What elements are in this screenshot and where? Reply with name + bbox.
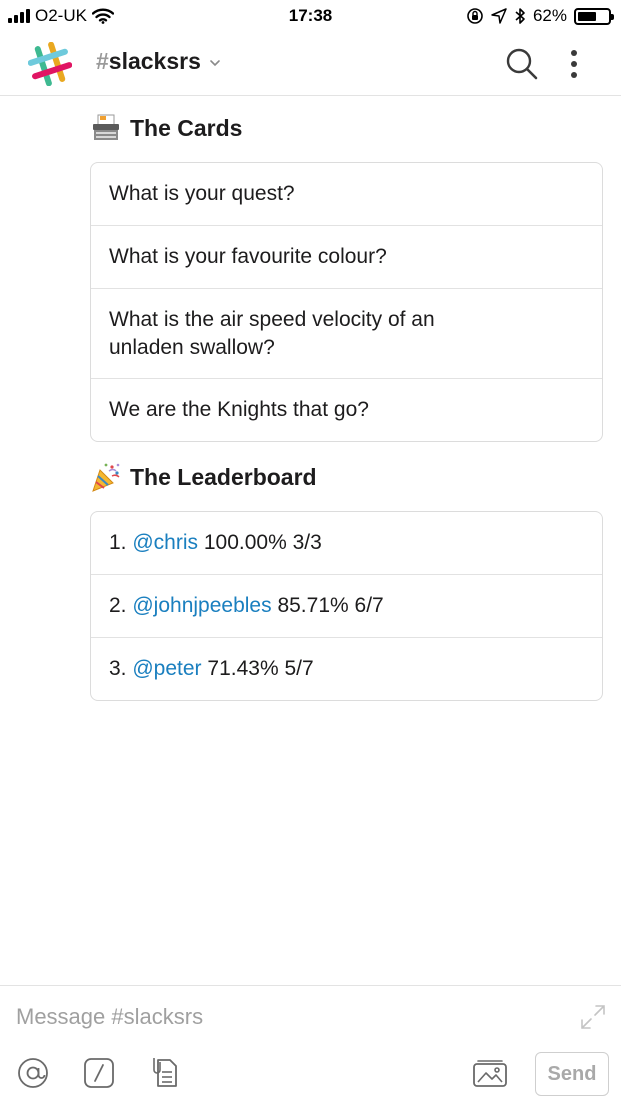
channel-header: # slacksrs: [0, 34, 621, 96]
party-popper-icon: [92, 463, 120, 492]
leaderboard-row: 3. @peter 71.43% 5/7: [91, 638, 602, 700]
leaderboard-score: 71.43% 5/7: [207, 657, 314, 680]
leaderboard-rank: 1.: [109, 531, 127, 554]
leaderboard-rank: 2.: [109, 594, 127, 617]
user-mention-link[interactable]: @chris: [132, 529, 198, 557]
leaderboard-section-title: The Leaderboard: [90, 461, 317, 493]
cards-list: What is your quest? What is your favouri…: [90, 162, 603, 442]
channel-hash: #: [96, 48, 109, 74]
message-composer: Send: [0, 985, 621, 1104]
cards-title-text: The Cards: [130, 114, 243, 141]
cards-section-title: The Cards: [90, 112, 242, 144]
leaderboard-rank: 3.: [109, 657, 127, 680]
battery-level-fill: [578, 11, 596, 21]
location-arrow-icon: [491, 8, 507, 24]
card-item[interactable]: We are the Knights that go?: [91, 379, 602, 441]
battery-icon: [574, 7, 614, 25]
message-input[interactable]: [16, 1000, 556, 1034]
card-file-box-icon: [93, 114, 119, 140]
user-mention-link[interactable]: @peter: [132, 655, 201, 683]
leaderboard-row: 2. @johnjpeebles 85.71% 6/7: [91, 575, 602, 638]
card-item-text: What is your quest?: [109, 182, 295, 205]
chevron-down-icon: [210, 59, 220, 66]
expand-icon[interactable]: [578, 1002, 608, 1032]
card-item-text: What is your favourite colour?: [109, 245, 387, 268]
leaderboard-list: 1. @chris 100.00% 3/3 2. @johnjpeebles 8…: [90, 511, 603, 701]
mention-at-icon[interactable]: [16, 1056, 50, 1090]
card-item-text: We are the Knights that go?: [109, 398, 369, 421]
send-button[interactable]: Send: [535, 1052, 609, 1096]
orientation-lock-icon: [467, 8, 483, 24]
photo-gallery-icon[interactable]: [470, 1056, 510, 1090]
battery-percent: 62%: [532, 6, 567, 25]
slash-command-icon[interactable]: [82, 1056, 116, 1090]
status-bar-right: 62%: [466, 6, 614, 26]
leaderboard-score: 100.00% 3/3: [203, 531, 322, 554]
user-mention-link[interactable]: @johnjpeebles: [132, 592, 271, 620]
card-item[interactable]: What is your favourite colour?: [91, 226, 602, 289]
search-icon[interactable]: [505, 47, 539, 81]
leaderboard-row: 1. @chris 100.00% 3/3: [91, 512, 602, 575]
leaderboard-title-text: The Leaderboard: [130, 463, 317, 490]
card-item[interactable]: What is your quest?: [91, 163, 602, 226]
card-item-text: What is the air speed velocity of an unl…: [109, 307, 435, 359]
file-attachment-icon[interactable]: [148, 1056, 182, 1090]
more-options-icon[interactable]: [562, 46, 586, 82]
slack-logo-icon[interactable]: [28, 42, 72, 86]
bluetooth-icon: [515, 8, 525, 24]
leaderboard-score: 85.71% 6/7: [277, 594, 384, 617]
status-bar: O2-UK 17:38 62%: [0, 0, 621, 34]
card-item[interactable]: What is the air speed velocity of an unl…: [91, 289, 602, 379]
channel-title: slacksrs: [108, 48, 201, 74]
channel-name[interactable]: # slacksrs: [96, 48, 221, 75]
